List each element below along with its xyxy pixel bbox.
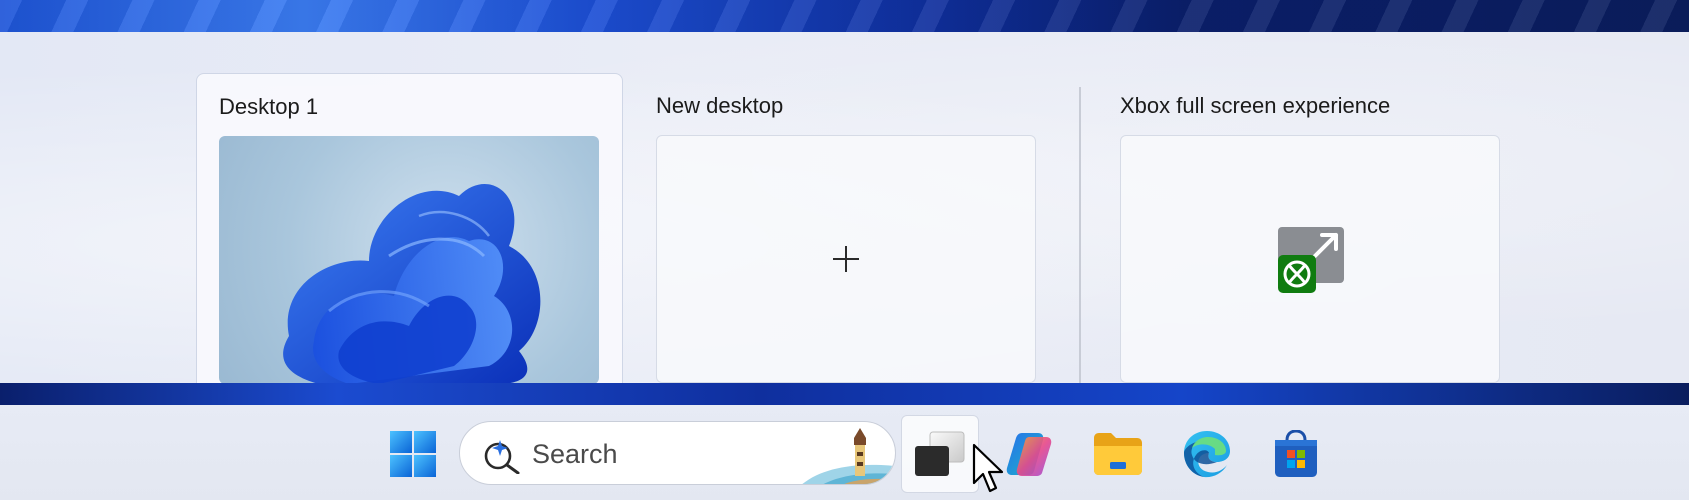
wallpaper-top <box>0 0 1689 34</box>
microsoft-store-button[interactable] <box>1257 415 1335 493</box>
store-icon <box>1275 430 1317 477</box>
xbox-fullscreen-icon <box>1278 227 1344 293</box>
edge-button[interactable] <box>1168 415 1246 493</box>
file-explorer-icon <box>1094 433 1142 475</box>
desktop-card-xbox[interactable]: Xbox full screen experience <box>1098 73 1525 406</box>
desktop-label: Desktop 1 <box>219 94 319 119</box>
plus-icon <box>833 246 859 272</box>
desktop-thumbnail[interactable] <box>219 136 599 384</box>
bloom-wallpaper-image <box>283 184 541 384</box>
search-placeholder: Search <box>532 439 618 469</box>
start-icon <box>390 431 436 477</box>
desktop-card-desktop-1[interactable]: Desktop 1 <box>196 73 623 406</box>
start-button[interactable] <box>374 415 452 493</box>
xbox-full-screen-button[interactable] <box>1120 135 1500 383</box>
copilot-icon <box>1006 433 1052 476</box>
edge-icon <box>1184 431 1230 478</box>
task-view-button[interactable] <box>901 415 979 493</box>
desktop-card-new-desktop[interactable]: New desktop <box>634 73 1061 406</box>
xbox-label: Xbox full screen experience <box>1120 93 1391 118</box>
divider <box>1079 87 1081 392</box>
mouse-cursor-icon <box>972 443 1004 493</box>
file-explorer-button[interactable] <box>1079 415 1157 493</box>
new-desktop-button[interactable] <box>656 135 1036 383</box>
task-view-icon <box>915 431 965 476</box>
new-desktop-label: New desktop <box>656 93 784 118</box>
taskbar: Search <box>0 405 1689 500</box>
lighthouse-highlight-image <box>802 428 895 484</box>
search-icon <box>484 440 520 474</box>
wallpaper-strip <box>0 383 1689 405</box>
search-box[interactable]: Search <box>459 421 896 485</box>
task-view-panel: Desktop 1 New desktop Xbox full screen e… <box>0 32 1689 406</box>
